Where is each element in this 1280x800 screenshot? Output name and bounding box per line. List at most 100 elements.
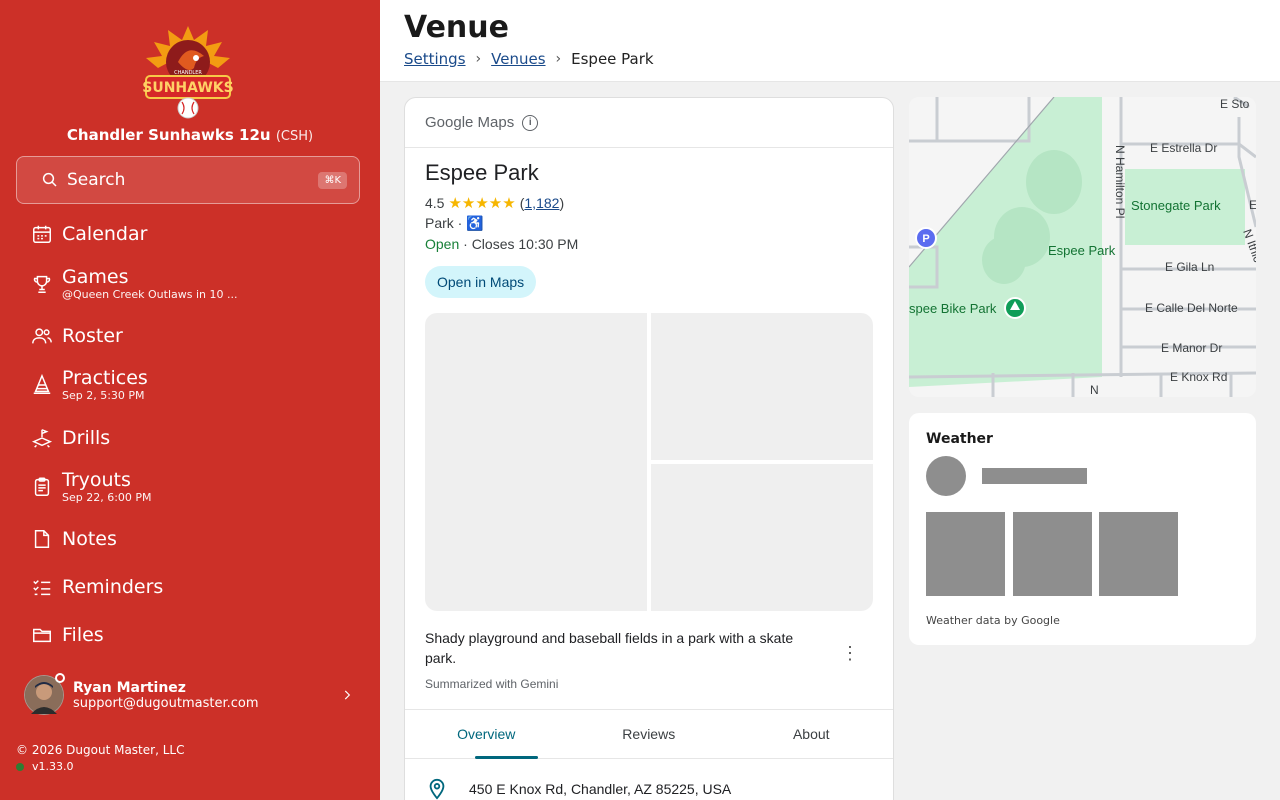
place-tabs: Overview Reviews About [405,709,893,759]
map-label: E Estrella Dr [1150,141,1217,155]
wheelchair-icon: ♿ [466,215,484,231]
nav-item-files[interactable]: Files [30,623,104,647]
address-row: 450 E Knox Rd, Chandler, AZ 85225, USA [425,778,731,800]
map-label: N Hamilton Pl [1113,145,1127,218]
nav-label: Calendar [62,223,148,245]
open-in-maps-button[interactable]: Open in Maps [425,266,537,298]
nav-item-drills[interactable]: Drills [30,426,110,450]
nav-label: Reminders [62,576,164,598]
weather-card: Weather Weather data by Google [909,413,1256,645]
nav-item-tryouts[interactable]: Tryouts Sep 22, 6:00 PM [30,469,152,505]
place-photo[interactable] [425,313,647,611]
version-status-dot [16,762,24,771]
forecast-placeholder [926,512,1005,596]
calendar-icon [30,222,54,246]
search-shortcut: ⌘K [318,171,347,189]
map-label: N [1090,383,1099,397]
version: v1.33.0 [32,760,74,773]
breadcrumb-settings[interactable]: Settings [404,50,466,68]
place-card: Google Maps i Espee Park 4.5 ★★★★★ (1,18… [404,97,894,800]
nav-label: Notes [62,528,117,550]
info-icon[interactable]: i [522,114,539,131]
open-status: Open [425,236,460,252]
nav-label: Files [62,624,104,646]
place-summary: Shady playground and baseball fields in … [425,630,794,666]
nav-label: Practices [62,367,148,389]
team-logo: SUNHAWKS CHANDLER [142,26,234,119]
user-email: support@dugoutmaster.com [73,695,259,711]
map-label: E Manor Dr [1161,341,1222,355]
nav-item-reminders[interactable]: Reminders [30,575,163,599]
footer: © 2026 Dugout Master, LLC v1.33.0 [16,743,184,773]
copyright: © 2026 Dugout Master, LLC [16,743,185,757]
breadcrumb-current: Espee Park [571,50,654,68]
map-label: E Knox Rd [1170,370,1227,384]
weather-credit: Weather data by Google [926,614,1060,627]
nav-sub: Sep 2, 5:30 PM [62,389,145,402]
place-photo[interactable] [651,313,873,460]
more-options-icon[interactable]: ⋮ [841,643,859,664]
nav-item-practices[interactable]: Practices Sep 2, 5:30 PM [30,367,148,403]
forecast-placeholder [1099,512,1178,596]
hours-row: Open · Closes 10:30 PM [425,236,578,252]
page-header: Venue Settings › Venues › Espee Park [380,0,1280,82]
location-pin-icon [429,778,445,800]
nav-item-roster[interactable]: Roster [30,324,123,348]
page-title: Venue [404,10,509,45]
drill-icon [30,426,54,450]
avatar [24,673,65,715]
nav-label: Roster [62,325,123,347]
map-label: Espee Park [1048,243,1116,258]
place-photo[interactable] [651,464,873,611]
team-name: Chandler Sunhawks 12u (CSH) [66,126,314,144]
map[interactable]: P Espee Park Stonegate Park spee Bike Pa… [909,97,1256,397]
ball-field [982,236,1026,284]
weather-text-placeholder [982,468,1087,484]
sidebar: SUNHAWKS CHANDLER Chandler Sunhawks 12u … [0,0,380,800]
category-row: Park · ♿ [425,215,484,232]
google-maps-logo: Google Maps [425,114,515,131]
note-icon [30,527,54,551]
place-name: Espee Park [425,160,539,185]
breadcrumb-separator: › [555,51,562,67]
closing-time: · Closes 10:30 PM [459,236,579,252]
map-label: spee Bike Park [909,301,997,316]
nav-label: Drills [62,427,111,449]
map-label: E [1249,198,1256,212]
nav-label: Tryouts [62,469,131,491]
svg-text:CHANDLER: CHANDLER [174,70,202,76]
map-label: E Calle Del Norte [1145,301,1238,315]
nav-sub: @Queen Creek Outlaws in 10 ... [62,288,238,301]
forecast-placeholder [1013,512,1092,596]
google-maps-header: Google Maps i [405,98,893,148]
search-label: Search [67,170,126,190]
review-count-link[interactable]: 1,182 [524,195,559,211]
nav-item-games[interactable]: Games @Queen Creek Outlaws in 10 ... [30,266,237,302]
breadcrumb: Settings › Venues › Espee Park [404,50,654,68]
checklist-icon [30,575,54,599]
svg-text:P: P [922,233,929,245]
breadcrumb-separator: › [475,51,482,67]
star-rating-icon: ★★★★★ [448,195,516,212]
breadcrumb-venues[interactable]: Venues [491,50,545,68]
user-name: Ryan Martinez [73,679,186,696]
nav-label: Games [62,266,129,288]
nav-item-notes[interactable]: Notes [30,527,117,551]
clipboard-icon [30,475,54,499]
nav-item-calendar[interactable]: Calendar [30,222,147,246]
tab-reviews[interactable]: Reviews [568,710,731,758]
chevron-right-icon [344,690,351,700]
tab-about[interactable]: About [730,710,893,758]
search-icon [42,172,57,187]
weather-title: Weather [926,431,993,447]
status-dot [55,673,65,683]
summary-credit: Summarized with Gemini [425,677,559,691]
user-menu[interactable]: Ryan Martinez support@dugoutmaster.com [24,673,354,716]
rating-row: 4.5 ★★★★★ (1,182) [425,195,565,212]
place-category: Park · [425,215,463,231]
weather-icon-placeholder [926,456,966,496]
search-button[interactable]: Search ⌘K [16,156,360,204]
map-label: E Gila Ln [1165,260,1214,274]
tab-overview[interactable]: Overview [405,710,568,759]
nav-sub: Sep 22, 6:00 PM [62,491,152,504]
